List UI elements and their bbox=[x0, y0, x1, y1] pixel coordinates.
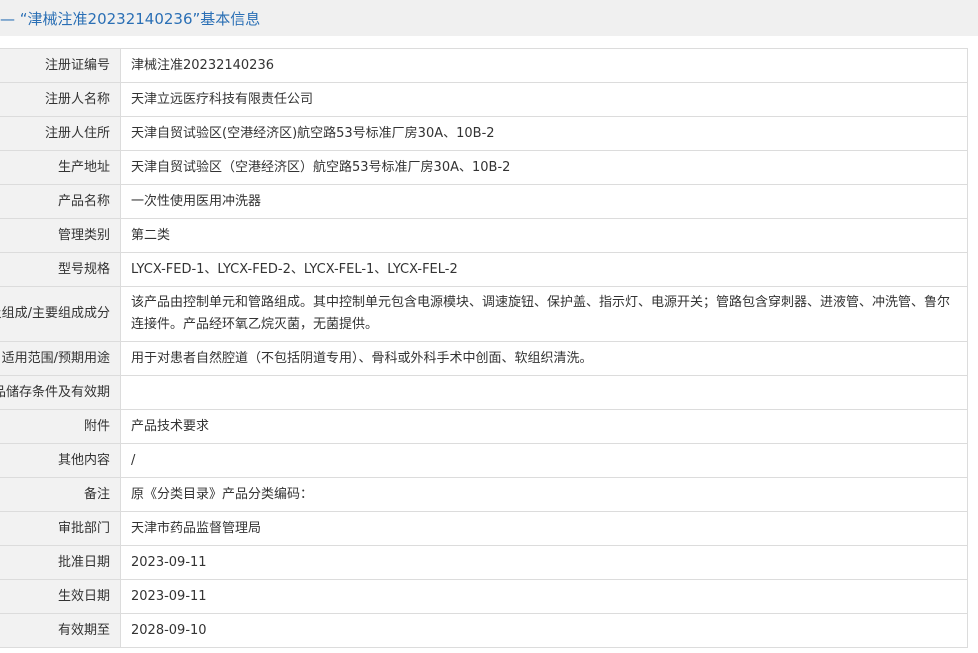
row-label: 有效期至 bbox=[0, 613, 121, 648]
row-label: 型号规格 bbox=[0, 252, 121, 287]
table-row: 批准日期 2023-09-11 bbox=[0, 545, 968, 580]
row-value: 天津市药品监督管理局 bbox=[120, 511, 968, 546]
table-row: 附件 产品技术要求 bbox=[0, 409, 968, 444]
table-row: 审批部门 天津市药品监督管理局 bbox=[0, 511, 968, 546]
row-label: 其他内容 bbox=[0, 443, 121, 478]
row-value: 2028-09-10 bbox=[120, 613, 968, 648]
row-value: 天津立远医疗科技有限责任公司 bbox=[120, 82, 968, 117]
row-label: 备注 bbox=[0, 477, 121, 512]
table-row: 注册人名称 天津立远医疗科技有限责任公司 bbox=[0, 82, 968, 117]
row-value: 第二类 bbox=[120, 218, 968, 253]
row-label: 注册证编号 bbox=[0, 48, 121, 83]
row-value: 原《分类目录》产品分类编码： bbox=[120, 477, 968, 512]
row-label: 适用范围/预期用途 bbox=[0, 341, 121, 376]
row-value: 产品技术要求 bbox=[120, 409, 968, 444]
table-row: 生效日期 2023-09-11 bbox=[0, 579, 968, 614]
row-value: 该产品由控制单元和管路组成。其中控制单元包含电源模块、调速旋钮、保护盖、指示灯、… bbox=[120, 286, 968, 342]
row-value: 天津自贸试验区（空港经济区）航空路53号标准厂房30A、10B-2 bbox=[120, 150, 968, 185]
table-row: 产品储存条件及有效期 bbox=[0, 375, 968, 410]
row-value: 津械注准20232140236 bbox=[120, 48, 968, 83]
table-row: 产品名称 一次性使用医用冲洗器 bbox=[0, 184, 968, 219]
row-value: 用于对患者自然腔道（不包括阴道专用）、骨科或外科手术中创面、软组织清洗。 bbox=[120, 341, 968, 376]
table-row: 其他内容 / bbox=[0, 443, 968, 478]
row-value: / bbox=[120, 443, 968, 478]
row-value: 2023-09-11 bbox=[120, 579, 968, 614]
row-label: 生效日期 bbox=[0, 579, 121, 614]
table-row: 有效期至 2028-09-10 bbox=[0, 613, 968, 648]
row-label: 注册人住所 bbox=[0, 116, 121, 151]
table-row: 注册证编号 津械注准20232140236 bbox=[0, 48, 968, 83]
row-value: 一次性使用医用冲洗器 bbox=[120, 184, 968, 219]
row-value: 2023-09-11 bbox=[120, 545, 968, 580]
row-value: LYCX-FED-1、LYCX-FED-2、LYCX-FEL-1、LYCX-FE… bbox=[120, 252, 968, 287]
row-label: 附件 bbox=[0, 409, 121, 444]
table-row: 备注 原《分类目录》产品分类编码： bbox=[0, 477, 968, 512]
table-row: 注册人住所 天津自贸试验区(空港经济区)航空路53号标准厂房30A、10B-2 bbox=[0, 116, 968, 151]
page-header: — “津械注准20232140236”基本信息 bbox=[0, 0, 978, 36]
table-row: 型号规格 LYCX-FED-1、LYCX-FED-2、LYCX-FEL-1、LY… bbox=[0, 252, 968, 287]
row-label: 批准日期 bbox=[0, 545, 121, 580]
row-label: 生产地址 bbox=[0, 150, 121, 185]
row-label: 结构及组成/主要组成成分 bbox=[0, 286, 121, 342]
row-value: 天津自贸试验区(空港经济区)航空路53号标准厂房30A、10B-2 bbox=[120, 116, 968, 151]
row-label: 管理类别 bbox=[0, 218, 121, 253]
row-label: 审批部门 bbox=[0, 511, 121, 546]
row-label: 注册人名称 bbox=[0, 82, 121, 117]
table-row: 结构及组成/主要组成成分 该产品由控制单元和管路组成。其中控制单元包含电源模块、… bbox=[0, 286, 968, 342]
row-label: 产品名称 bbox=[0, 184, 121, 219]
info-table: 注册证编号 津械注准20232140236 注册人名称 天津立远医疗科技有限责任… bbox=[0, 48, 968, 648]
row-value bbox=[120, 375, 968, 410]
table-row: 适用范围/预期用途 用于对患者自然腔道（不包括阴道专用）、骨科或外科手术中创面、… bbox=[0, 341, 968, 376]
page-title: — “津械注准20232140236”基本信息 bbox=[0, 9, 261, 28]
table-row: 管理类别 第二类 bbox=[0, 218, 968, 253]
row-label: 产品储存条件及有效期 bbox=[0, 375, 121, 410]
table-row: 生产地址 天津自贸试验区（空港经济区）航空路53号标准厂房30A、10B-2 bbox=[0, 150, 968, 185]
